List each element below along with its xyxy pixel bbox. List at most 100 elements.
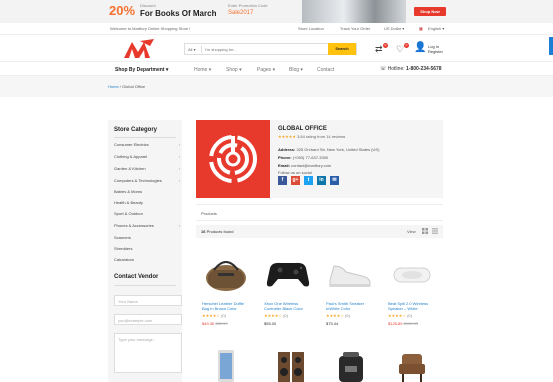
search-category-label: All	[188, 47, 193, 52]
user-icon: 👤	[414, 42, 427, 53]
search-input[interactable]	[205, 46, 305, 53]
product-card[interactable]: Beat Spill 2.0 Wireless Speaker – White …	[384, 250, 440, 330]
vendor-name-field[interactable]: Your Name	[114, 295, 182, 306]
vendor-message-field[interactable]: Type your message...	[114, 333, 182, 373]
products-tab[interactable]: Products	[196, 204, 443, 221]
rating-stars: ★★★★★	[278, 134, 296, 139]
nav-pages[interactable]: Pages ▾	[257, 67, 275, 73]
nav-pages-label: Pages	[257, 67, 272, 73]
product-rating: ★★★★☆ (0)	[202, 313, 226, 318]
search-button[interactable]: Search	[328, 43, 356, 55]
smartphone-icon[interactable]	[213, 350, 239, 382]
vendor-email-field[interactable]: you@example.com	[114, 314, 182, 325]
price: $55.00	[264, 321, 277, 326]
language-select[interactable]: English ▾	[428, 26, 444, 31]
martfury-logo[interactable]	[122, 38, 156, 60]
contact-vendor-title: Contact Vendor	[114, 274, 159, 280]
product-card[interactable]: Xbox One Wireless Controller Black Color…	[260, 250, 316, 330]
compare-icon[interactable]: ⇄	[375, 44, 383, 55]
rice-cooker-icon[interactable]	[335, 350, 367, 382]
category-label: Scanners	[114, 235, 131, 240]
facebook-icon[interactable]: f	[278, 176, 287, 185]
price: $75.44	[326, 321, 339, 326]
category-item[interactable]: Shredders	[114, 246, 180, 251]
product-rating: ★★★★☆ (0)	[326, 313, 350, 318]
twitter-icon[interactable]: t	[304, 176, 313, 185]
product-price: $125.89 $160.99	[388, 321, 418, 326]
review-count: (0)	[407, 313, 412, 318]
promo-code: Sale2017	[228, 10, 254, 16]
category-label: Garden & Kitchen	[114, 166, 146, 171]
phone-label: Phone:	[278, 155, 292, 160]
address-value: 325 Orchard Str, New York, United States…	[296, 147, 380, 152]
shop-now-button[interactable]: Shop Now	[414, 7, 446, 16]
linkedin-icon[interactable]: in	[317, 176, 326, 185]
nav-blog[interactable]: Blog ▾	[289, 67, 303, 73]
wishlist-count-badge: 0	[404, 43, 409, 48]
category-item[interactable]: Clothing & Apparel ›	[114, 154, 180, 159]
category-label: Phones & Accessories	[114, 223, 154, 228]
category-item[interactable]: Health & Beauty	[114, 200, 180, 205]
email-label: Email:	[278, 163, 291, 168]
store-rating: ★★★★★ 3.84 rating from 14 reviews	[278, 134, 345, 139]
phone-value: (+053) 77-637-3300	[292, 155, 329, 160]
category-item[interactable]: Scanners	[114, 235, 180, 240]
promo-banner[interactable]: 20% Discount For Books Of March Enter Pr…	[0, 0, 553, 23]
currency-select[interactable]: US Dollar ▾	[384, 26, 404, 31]
category-item[interactable]: Consumer Electrics ›	[114, 142, 180, 147]
product-price: $55.00	[264, 321, 276, 326]
product-name[interactable]: Beat Spill 2.0 Wireless Speaker – White	[388, 301, 438, 311]
category-item[interactable]: Babies & Moms	[114, 189, 180, 194]
flag-icon: ▦	[419, 26, 423, 31]
category-item[interactable]: Sport & Outdoor	[114, 211, 180, 216]
chevron-right-icon: ›	[178, 154, 180, 159]
chevron-right-icon: ›	[178, 178, 180, 183]
search-category-select[interactable]: All ▾	[188, 47, 196, 52]
phone-icon: ☏	[380, 66, 387, 72]
track-order-link[interactable]: Track Your Order	[340, 26, 370, 31]
nav-home[interactable]: Home ▾	[194, 67, 211, 73]
products-toolbar: 16 Products found View	[196, 225, 443, 238]
old-price: $52.99	[215, 321, 228, 326]
wishlist-icon[interactable]: ♡	[396, 44, 404, 55]
shop-by-department-menu[interactable]: Shop By Department ▾	[115, 67, 168, 73]
category-item[interactable]: Phones & Accessories ›	[114, 223, 180, 228]
store-target-icon	[209, 135, 257, 183]
product-card[interactable]: Paul's Smith Sneaker InWhite Color ★★★★☆…	[322, 250, 378, 330]
store-location-link[interactable]: Store Location	[298, 26, 324, 31]
category-item[interactable]: Computers & Technologies ›	[114, 178, 180, 183]
armchair-icon[interactable]	[396, 350, 428, 382]
hotline: ☏ Hotline: 1-800-234-5678	[380, 66, 442, 72]
side-panel-handle[interactable]	[549, 37, 553, 55]
list-view-icon[interactable]	[432, 228, 438, 234]
product-card[interactable]: Herschel Leather Duffle Bag In Brown Col…	[198, 250, 254, 330]
feed-icon[interactable]: ✉	[330, 176, 339, 185]
googleplus-icon[interactable]: g+	[291, 176, 300, 185]
nav-shop[interactable]: Shop ▾	[226, 67, 242, 73]
grid-view-icon[interactable]	[422, 228, 428, 234]
old-price: $160.99	[403, 321, 419, 326]
product-name[interactable]: Paul's Smith Sneaker InWhite Color	[326, 301, 376, 311]
product-name[interactable]: Herschel Leather Duffle Bag In Brown Col…	[202, 301, 252, 311]
chevron-right-icon: ›	[178, 223, 180, 228]
language-label: English	[428, 26, 442, 31]
product-name[interactable]: Xbox One Wireless Controller Black Color	[264, 301, 314, 311]
search-divider	[201, 46, 202, 53]
products-count-label: Products found	[206, 229, 234, 234]
tower-speakers-icon[interactable]	[276, 350, 306, 382]
sale-price: $49.30	[202, 321, 215, 326]
review-count: (0)	[221, 313, 226, 318]
products-count-number: 16	[201, 229, 206, 234]
address-label: Address:	[278, 147, 296, 152]
category-label: Calculators	[114, 257, 135, 262]
category-label: Shredders	[114, 246, 133, 251]
breadcrumb-current: Global Office	[122, 84, 146, 89]
nav-contact[interactable]: Contact	[317, 67, 334, 73]
category-item[interactable]: Calculators	[114, 257, 180, 262]
category-item[interactable]: Garden & Kitchen ›	[114, 166, 180, 171]
review-count: (0)	[345, 313, 350, 318]
breadcrumb-home[interactable]: Home	[108, 84, 119, 89]
nav-shop-label: Shop	[226, 67, 238, 73]
login-register[interactable]: Log In Register	[428, 44, 443, 54]
register-link[interactable]: Register	[428, 49, 443, 54]
